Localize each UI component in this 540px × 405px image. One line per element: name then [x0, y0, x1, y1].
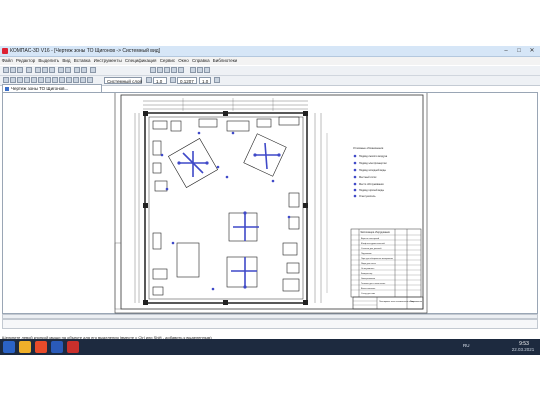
- table-row: Ванна моечная: [361, 288, 375, 290]
- legend-item: Местный отсос: [359, 176, 377, 179]
- menu-specification[interactable]: Спецификация: [123, 57, 158, 65]
- table-row: Электроточило: [361, 278, 376, 280]
- style-icon[interactable]: [17, 77, 23, 83]
- properties-icon[interactable]: [74, 67, 80, 73]
- cursor-icon[interactable]: [59, 77, 65, 83]
- drawing-icon: [5, 87, 9, 91]
- refresh-icon[interactable]: [178, 67, 184, 73]
- drawing-workspace[interactable]: Условные обозначения Подвод сжатого возд…: [2, 92, 538, 314]
- table-row: Стенд для шин: [361, 293, 375, 295]
- paste-icon[interactable]: [49, 67, 55, 73]
- menu-libraries[interactable]: Библиотеки: [211, 57, 239, 65]
- zoom-out-icon[interactable]: [157, 67, 163, 73]
- arrow-right-icon[interactable]: [214, 77, 220, 83]
- table-row: Верстак слесарный: [361, 237, 379, 240]
- kompas-app-icon: [2, 48, 8, 54]
- print-icon[interactable]: [26, 67, 32, 73]
- stamp-title: Планировка зоны технического обслуживани…: [379, 301, 422, 303]
- legend-item: Подвод холодной воды: [359, 169, 386, 172]
- library-manager-icon[interactable]: [81, 67, 87, 73]
- menu-editor[interactable]: Редактор: [14, 57, 37, 65]
- pan-icon[interactable]: [171, 67, 177, 73]
- table-row: Шкаф инструментальный: [361, 242, 385, 245]
- legend-item: Подвод электроэнергии: [359, 162, 387, 165]
- parameters-icon[interactable]: [87, 77, 93, 83]
- layers-icon[interactable]: [10, 77, 16, 83]
- scale-field[interactable]: 1.0: [199, 77, 211, 84]
- table-row: Ларь для обтирочных материалов: [361, 258, 393, 260]
- legend-item: Подвод сжатого воздуха: [359, 155, 388, 158]
- zoom-in-icon[interactable]: [150, 67, 156, 73]
- save-icon[interactable]: [17, 67, 23, 73]
- new-document-icon[interactable]: [3, 67, 9, 73]
- menu-bar: Файл Редактор Выделить Вид Вставка Инстр…: [0, 57, 540, 65]
- menu-select[interactable]: Выделить: [37, 57, 61, 65]
- menu-view[interactable]: Вид: [61, 57, 72, 65]
- menu-insert[interactable]: Вставка: [72, 57, 92, 65]
- open-icon[interactable]: [10, 67, 16, 73]
- color-icon[interactable]: [24, 77, 30, 83]
- table-row: Стеллаж для деталей: [361, 247, 381, 250]
- standard-toolbar: [0, 66, 540, 76]
- stamp-sheet: Лист: [410, 301, 414, 303]
- minimize-button[interactable]: –: [500, 47, 512, 55]
- window-title: КОМПАС-3D V16 - [Чертеж зоны ТО Щигонов …: [10, 48, 161, 54]
- layer-combo[interactable]: Системный слой: [104, 77, 142, 84]
- start-icon[interactable]: [3, 341, 15, 353]
- menu-window[interactable]: Окно: [177, 57, 191, 65]
- zoom-field[interactable]: 0.1207: [177, 77, 197, 84]
- legend-item: Подвод горячей воды: [359, 189, 384, 192]
- snap-icon[interactable]: [204, 67, 210, 73]
- local-cs-icon[interactable]: [80, 77, 86, 83]
- word-icon[interactable]: [51, 341, 63, 353]
- legend-item: Огнетушитель: [359, 195, 376, 198]
- lock-icon[interactable]: [38, 77, 44, 83]
- help-icon[interactable]: [90, 67, 96, 73]
- redo-icon[interactable]: [65, 67, 71, 73]
- table-row: Подъемник: [361, 253, 372, 255]
- text-style-icon[interactable]: [31, 77, 37, 83]
- step-icon[interactable]: [146, 77, 152, 83]
- menu-service[interactable]: Сервис: [158, 57, 177, 65]
- select-icon[interactable]: [3, 77, 9, 83]
- document-tab[interactable]: Чертеж зоны ТО Щигонов...: [2, 84, 102, 92]
- browser-icon[interactable]: [35, 341, 47, 353]
- maximize-button[interactable]: □: [513, 47, 525, 55]
- document-tab-label: Чертеж зоны ТО Щигонов...: [11, 86, 69, 91]
- grid-icon[interactable]: [190, 67, 196, 73]
- windows-taskbar: RU 9:53 22.03.2021: [0, 339, 540, 355]
- menu-file[interactable]: Файл: [0, 57, 14, 65]
- zoom-level-icon[interactable]: [170, 77, 176, 83]
- properties-panel[interactable]: [2, 319, 538, 329]
- ortho-icon[interactable]: [197, 67, 203, 73]
- close-button[interactable]: ✕: [526, 47, 538, 55]
- explorer-icon[interactable]: [19, 341, 31, 353]
- zoom-window-icon[interactable]: [164, 67, 170, 73]
- coordinates-icon[interactable]: [66, 77, 72, 83]
- drawing-canvas: Условные обозначения Подвод сжатого возд…: [114, 93, 428, 314]
- table-row: Огнетушитель: [361, 268, 374, 270]
- table-row: Тележка для снятия колес: [361, 283, 385, 285]
- legend-title: Условные обозначения: [353, 146, 384, 150]
- language-indicator[interactable]: RU: [463, 343, 470, 348]
- table-row: Компрессор: [361, 273, 373, 275]
- view-icon[interactable]: [73, 77, 79, 83]
- menu-tools[interactable]: Инструменты: [92, 57, 123, 65]
- menu-help[interactable]: Справка: [190, 57, 211, 65]
- table-row: Ящик для песка: [361, 263, 377, 265]
- step-field[interactable]: 1.0: [153, 77, 167, 84]
- window-titlebar: КОМПАС-3D V16 - [Чертеж зоны ТО Щигонов …: [0, 46, 540, 57]
- undo-icon[interactable]: [58, 67, 64, 73]
- kompas-icon[interactable]: [67, 341, 79, 353]
- copy-icon[interactable]: [42, 67, 48, 73]
- clock-date[interactable]: 22.03.2021: [506, 347, 540, 352]
- cut-icon[interactable]: [35, 67, 41, 73]
- table-title: Экспликация оборудования: [360, 232, 390, 234]
- legend-item: Место обслуживания: [359, 183, 384, 186]
- filter-icon[interactable]: [45, 77, 51, 83]
- measure-icon[interactable]: [52, 77, 58, 83]
